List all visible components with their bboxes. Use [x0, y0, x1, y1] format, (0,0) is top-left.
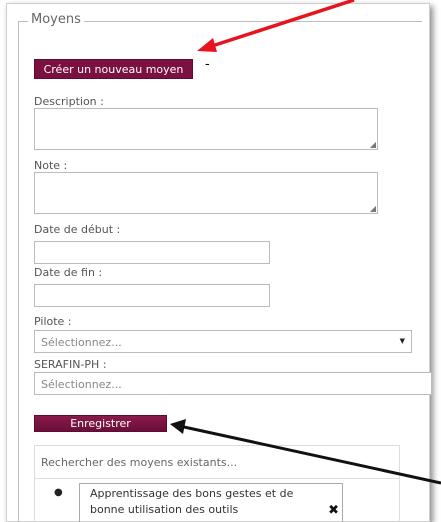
pilote-label: Pilote :: [34, 315, 72, 328]
caret-down-icon: ▼: [399, 337, 405, 345]
create-moyen-button[interactable]: Créer un nouveau moyen: [34, 59, 193, 79]
start-date-field[interactable]: [34, 241, 270, 264]
serafin-select[interactable]: Sélectionnez...: [34, 372, 432, 395]
pilote-select[interactable]: Sélectionnez... ▼: [34, 330, 412, 353]
description-field[interactable]: ◢: [34, 108, 378, 150]
save-button[interactable]: Enregistrer: [34, 415, 167, 432]
bullet-icon: ●: [54, 487, 63, 498]
existing-moyens-list: ● Apprentissage des bons gestes et de bo…: [34, 478, 400, 522]
close-icon[interactable]: ✖: [328, 503, 339, 519]
note-field[interactable]: ◢: [34, 172, 378, 214]
description-label: Description :: [34, 95, 104, 108]
serafin-select-value: Sélectionnez...: [41, 378, 122, 391]
serafin-label: SERAFIN-PH :: [34, 358, 107, 371]
section-legend: Moyens: [28, 12, 84, 27]
search-existing-input[interactable]: Rechercher des moyens existants...: [34, 445, 400, 478]
start-date-label: Date de début :: [34, 223, 121, 236]
list-item[interactable]: Apprentissage des bons gestes et de bonn…: [79, 483, 343, 522]
resize-grip-icon[interactable]: ◢: [370, 204, 376, 213]
note-label: Note :: [34, 159, 68, 172]
pilote-select-value: Sélectionnez...: [41, 336, 122, 349]
separator-dash: -: [205, 57, 210, 72]
resize-grip-icon[interactable]: ◢: [370, 140, 376, 149]
end-date-field[interactable]: [34, 284, 270, 307]
end-date-label: Date de fin :: [34, 266, 103, 279]
list-item-label: Apprentissage des bons gestes et de bonn…: [90, 487, 294, 516]
